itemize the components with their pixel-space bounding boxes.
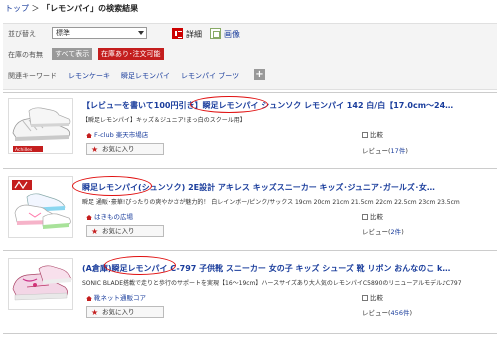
star-icon: ★ [91, 145, 99, 154]
shoe-image [9, 259, 72, 309]
view-detail-icon[interactable] [172, 28, 183, 39]
related-keyword-link[interactable]: レモンケーキ [68, 71, 110, 81]
product-title-link[interactable]: 瞬足レモンパイ(シュンソク) 2E設計 アキレス キッズスニーカー キッズ･ジュ… [82, 182, 477, 193]
checkbox-icon [362, 214, 368, 220]
sort-select-value: 標準 [56, 29, 70, 37]
related-keyword-link[interactable]: 瞬足レモンパイ [121, 71, 170, 81]
product-thumbnail[interactable] [8, 176, 73, 238]
favorite-button[interactable]: ★ お気に入り [86, 143, 164, 155]
home-icon [86, 133, 92, 138]
breadcrumb: トップ ＞ 「レモンパイ」の検索結果 [5, 3, 138, 14]
product-title-link[interactable]: (A倉庫)瞬足レモンパイ C-797 子供靴 スニーカー 女の子 キッズ シュー… [82, 263, 477, 274]
shop-name[interactable]: F-club 楽天市場店 [94, 131, 148, 139]
stock-label: 在庫の有無 [8, 51, 43, 59]
shop-link[interactable]: はきもの広場 [86, 211, 133, 221]
divider [3, 333, 497, 334]
view-detail-label[interactable]: 詳細 [186, 29, 202, 40]
home-icon [86, 296, 92, 301]
stock-all-button[interactable]: すべて表示 [52, 48, 93, 60]
home-icon [86, 215, 92, 220]
review-info: レビュー(17件) [362, 147, 408, 155]
sort-label: 並び替え [8, 30, 36, 38]
checkbox-icon [362, 295, 368, 301]
chevron-down-icon [138, 31, 144, 35]
thumb-brand-text: Achilles [15, 147, 33, 153]
breadcrumb-separator: ＞ [31, 4, 40, 13]
compare-label: 比較 [370, 213, 383, 221]
view-image-icon[interactable] [210, 28, 221, 39]
shop-link[interactable]: F-club 楽天市場店 [86, 129, 148, 139]
breadcrumb-home-link[interactable]: トップ [5, 4, 29, 13]
divider [3, 168, 497, 169]
more-keywords-button[interactable]: + [254, 69, 265, 80]
related-keyword-link[interactable]: レモンパイ ブーツ [181, 71, 239, 81]
compare-checkbox[interactable]: 比較 [362, 129, 383, 139]
review-count-link[interactable]: 17件 [391, 147, 406, 155]
product-thumbnail[interactable] [8, 258, 73, 310]
checkbox-icon [362, 132, 368, 138]
product-title-link[interactable]: 【レビューを書いて100円引き】瞬足レモンパイ シュンソク レモンパイ 142 … [82, 100, 477, 111]
review-label: レビュー [362, 147, 388, 155]
favorite-label: お気に入り [102, 227, 135, 235]
view-image-label[interactable]: 画像 [224, 29, 240, 40]
stock-available-button[interactable]: 在庫あり･注文可能 [98, 48, 164, 60]
review-count-link[interactable]: 456件 [391, 309, 410, 317]
product-description: 【瞬足レモンパイ】キッズ＆ジュニア!まっ白のスクール用】 [82, 117, 246, 124]
review-label: レビュー [362, 228, 388, 236]
compare-label: 比較 [370, 131, 383, 139]
product-thumbnail[interactable]: Achilles [8, 98, 73, 154]
shoe-image [9, 177, 72, 237]
product-description: SONIC BLADE搭載で走りと歩行のサポートを実現【16〜19cm】ハースサ… [82, 280, 462, 287]
divider [3, 92, 497, 93]
favorite-label: お気に入り [102, 308, 135, 316]
favorite-button[interactable]: ★ お気に入り [86, 225, 164, 237]
favorite-button[interactable]: ★ お気に入り [86, 306, 164, 318]
compare-label: 比較 [370, 294, 383, 302]
star-icon: ★ [91, 227, 99, 236]
shoe-image: Achilles [9, 99, 72, 153]
shop-name[interactable]: はきもの広場 [94, 213, 133, 221]
shop-name[interactable]: 靴ネット通販コア [94, 294, 146, 302]
sort-select[interactable]: 標準 [52, 27, 147, 39]
divider [3, 250, 497, 251]
review-info: レビュー(2件) [362, 228, 404, 236]
review-info: レビュー(456件) [362, 309, 413, 317]
page-title: 「レモンパイ」の検索結果 [42, 4, 139, 13]
shop-link[interactable]: 靴ネット通販コア [86, 292, 146, 302]
review-label: レビュー [362, 309, 388, 317]
related-keywords-label: 関連キーワード [8, 72, 57, 80]
star-icon: ★ [91, 308, 99, 317]
favorite-label: お気に入り [102, 145, 135, 153]
compare-checkbox[interactable]: 比較 [362, 211, 383, 221]
compare-checkbox[interactable]: 比較 [362, 292, 383, 302]
product-description: 瞬足 通販･豪華!ぴったりの爽やかさが魅力的！ 白レインボー/ピンク/サックス … [82, 199, 460, 206]
review-count-link[interactable]: 2件 [391, 228, 402, 236]
